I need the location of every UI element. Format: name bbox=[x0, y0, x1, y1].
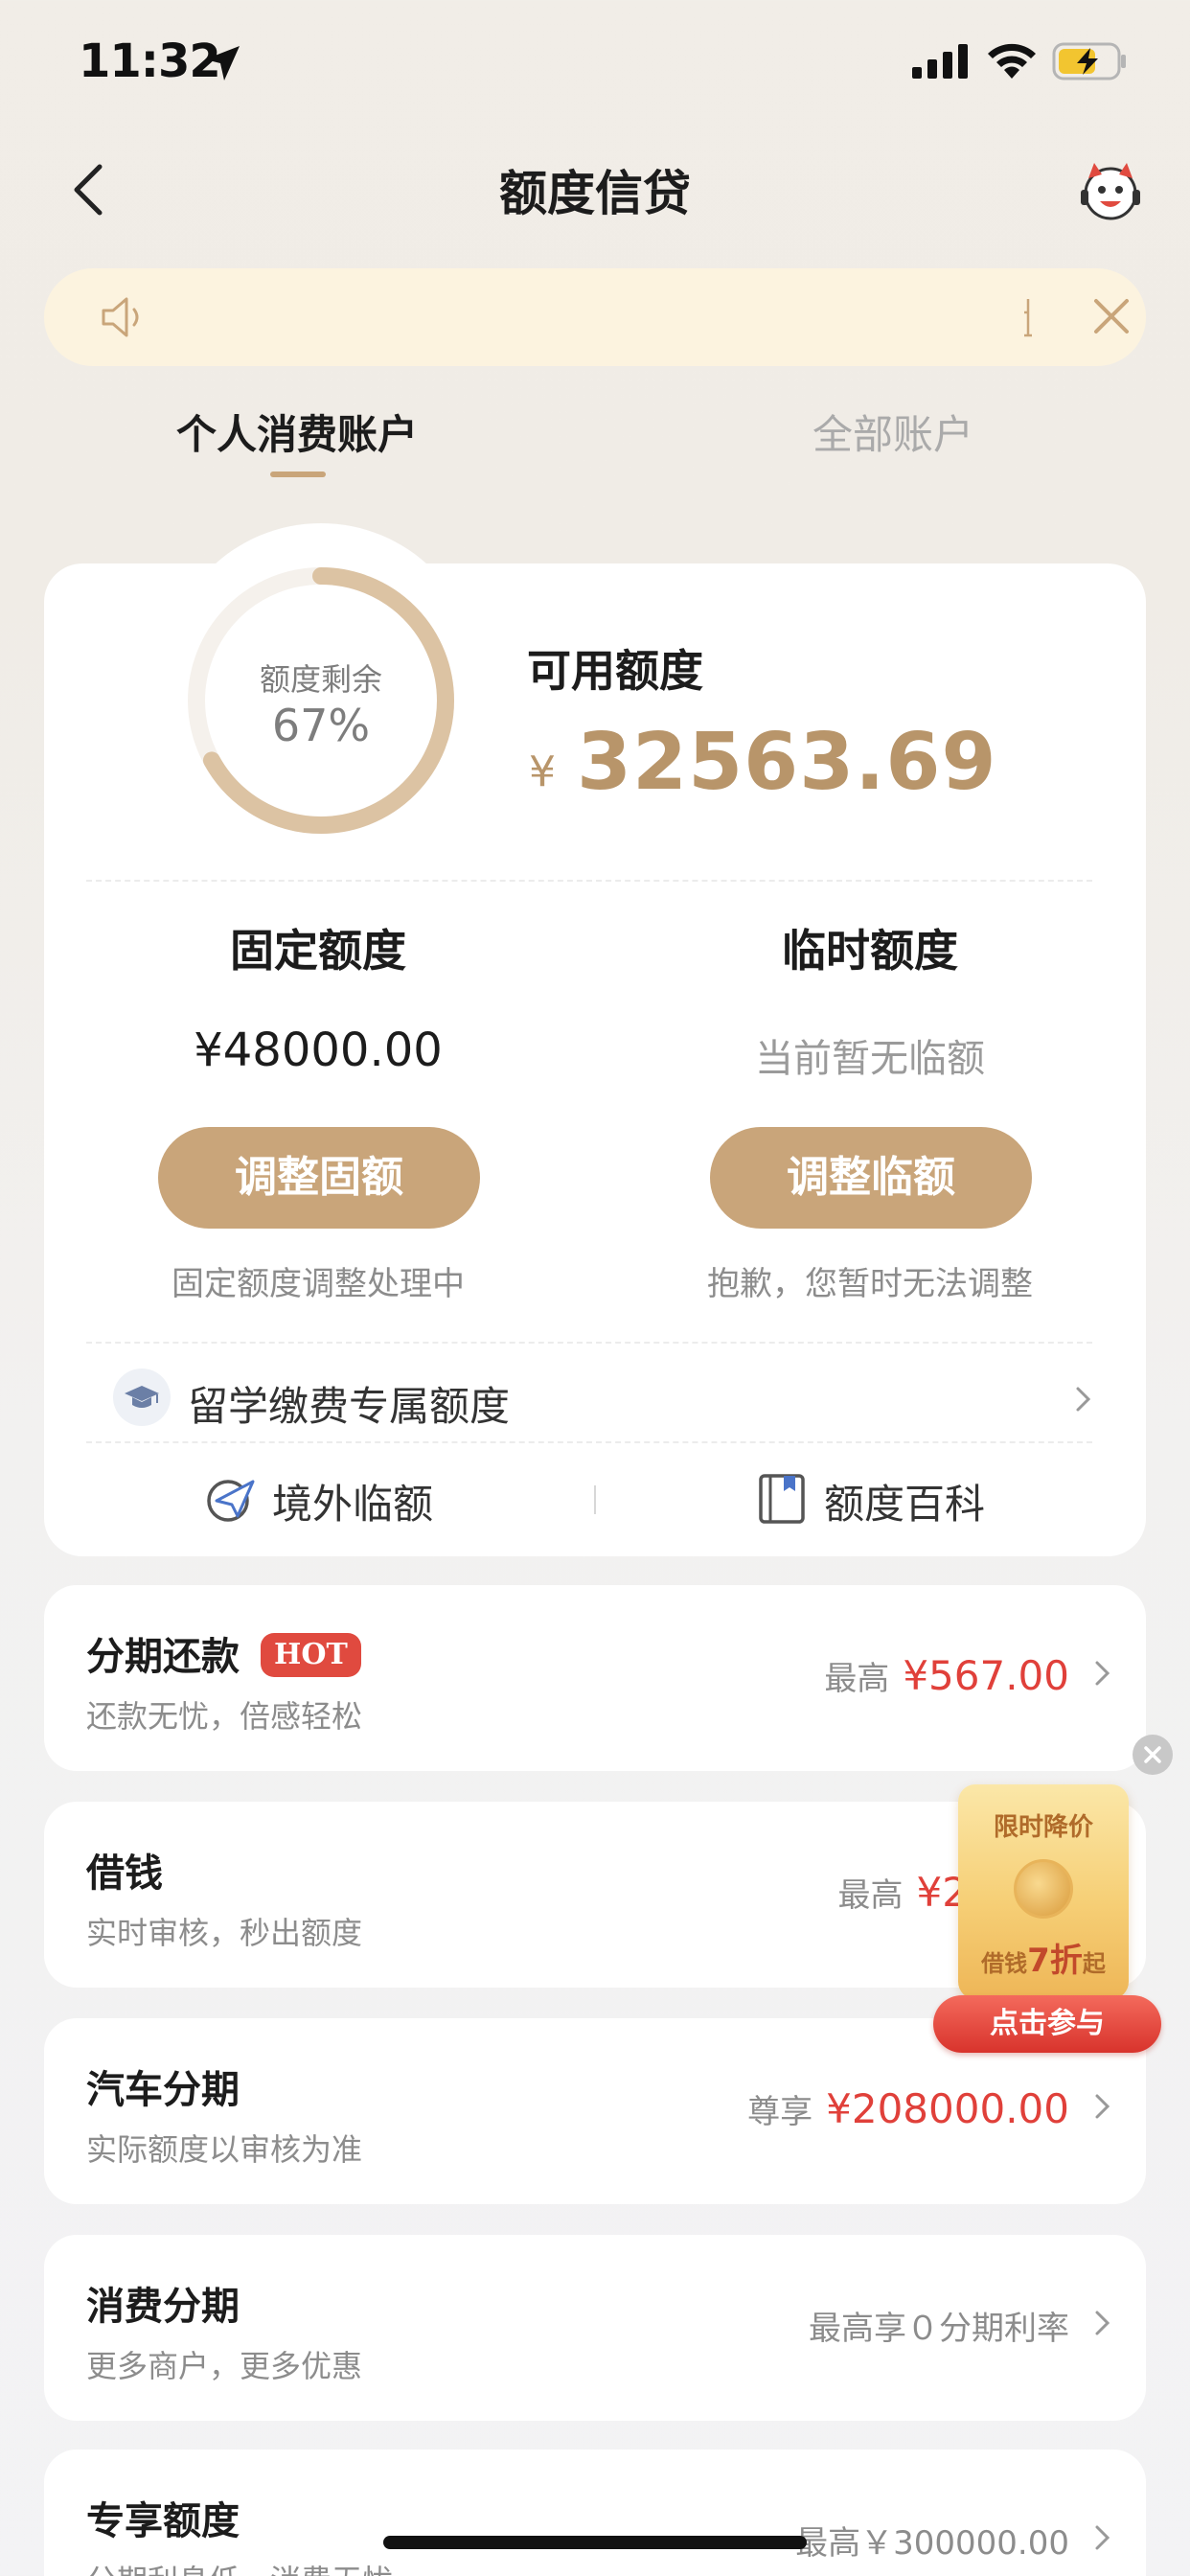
divider bbox=[86, 880, 1092, 882]
list-item-value: 最高享０分期利率 bbox=[809, 2310, 1069, 2348]
overseas-plane-icon bbox=[207, 1480, 255, 1522]
speaker-icon bbox=[102, 297, 139, 337]
list-item-subtitle: 实际额度以审核为准 bbox=[86, 2131, 363, 2168]
status-time: 11:32 bbox=[79, 34, 221, 88]
overseas-temp-credit-link[interactable]: 境外临额 bbox=[272, 1472, 433, 1530]
study-abroad-credit-link[interactable]: 留学缴费专属额度 bbox=[188, 1374, 510, 1433]
mascot-service-icon[interactable] bbox=[1077, 157, 1144, 224]
location-arrow-icon bbox=[205, 46, 240, 80]
list-item-installment-repay[interactable]: 分期还款 HOT 还款无忧，倍感轻松 最高 ¥567.00 bbox=[44, 1585, 1146, 1771]
close-icon[interactable] bbox=[1090, 295, 1133, 337]
tab-all-accounts[interactable]: 全部账户 bbox=[812, 402, 973, 461]
list-item-subtitle: 实时审核，秒出额度 bbox=[86, 1915, 363, 1951]
list-item-subtitle: 还款无忧，倍感轻松 bbox=[86, 1698, 363, 1735]
temp-credit-value: 当前暂无临额 bbox=[755, 1037, 985, 1081]
fixed-credit-note: 固定额度调整处理中 bbox=[172, 1265, 465, 1303]
list-item-subtitle: 分期利息低，消费无忧 bbox=[86, 2557, 393, 2576]
divider bbox=[86, 1342, 1092, 1344]
temp-credit-title: 临时额度 bbox=[782, 925, 958, 977]
promo-close-button[interactable] bbox=[1133, 1735, 1173, 1775]
status-bar: 11:32 bbox=[0, 0, 1190, 134]
adjust-fixed-button[interactable]: 调整固额 bbox=[158, 1127, 480, 1229]
list-item-consumer-installment[interactable]: 消费分期 更多商户，更多优惠 最高享０分期利率 bbox=[44, 2235, 1146, 2421]
list-item-exclusive-credit[interactable]: 专享额度 分期利息低，消费无忧 最高￥300000.00 bbox=[44, 2450, 1146, 2576]
graduation-cap-icon bbox=[113, 1368, 171, 1426]
close-icon bbox=[1144, 1746, 1161, 1763]
wifi-icon bbox=[988, 43, 1036, 79]
promo-join-button[interactable]: 点击参与 bbox=[933, 1995, 1161, 2053]
chevron-right-icon bbox=[1095, 2525, 1110, 2550]
list-item-value: 最高 ¥2 bbox=[837, 1869, 968, 1916]
list-item-title: 汽车分期 bbox=[86, 2068, 240, 2112]
home-indicator[interactable] bbox=[383, 2536, 807, 2549]
credit-wiki-link[interactable]: 额度百科 bbox=[824, 1472, 985, 1530]
chevron-right-icon bbox=[1095, 2094, 1110, 2119]
fixed-credit-value: ¥48000.00 bbox=[194, 1024, 443, 1077]
link-separator bbox=[594, 1485, 596, 1514]
remaining-percent: 67% bbox=[271, 700, 371, 751]
hot-badge: HOT bbox=[261, 1633, 361, 1677]
divider bbox=[86, 1441, 1092, 1443]
fixed-credit-title: 固定额度 bbox=[230, 925, 406, 977]
available-credit-label: 可用额度 bbox=[527, 645, 703, 697]
notice-bar[interactable] bbox=[44, 268, 1146, 366]
cellular-signal-icon bbox=[912, 44, 968, 79]
chevron-right-icon bbox=[1095, 2311, 1110, 2335]
available-currency: ¥ bbox=[529, 748, 556, 796]
list-item-title: 专享额度 bbox=[86, 2499, 240, 2543]
tab-personal-account[interactable]: 个人消费账户 bbox=[176, 402, 418, 461]
chevron-right-icon bbox=[1095, 1661, 1110, 1686]
coin-icon bbox=[1014, 1859, 1073, 1919]
adjust-temp-button[interactable]: 调整临额 bbox=[710, 1127, 1032, 1229]
remaining-label: 额度剩余 bbox=[259, 661, 382, 698]
promo-discount: 借钱7折起 bbox=[981, 1942, 1106, 1980]
list-item-value: 最高 ¥567.00 bbox=[824, 1652, 1069, 1699]
list-item-value: 尊享 ¥208000.00 bbox=[747, 2085, 1069, 2132]
active-tab-indicator bbox=[270, 472, 326, 477]
list-item-subtitle: 更多商户，更多优惠 bbox=[86, 2348, 363, 2384]
battery-charging-icon bbox=[1052, 42, 1126, 80]
list-item-value: 最高￥300000.00 bbox=[795, 2524, 1069, 2563]
list-item-title: 分期还款 HOT bbox=[86, 1625, 361, 1681]
promo-title: 限时降价 bbox=[993, 1813, 1093, 1842]
chevron-right-icon bbox=[1076, 1387, 1091, 1412]
list-item-title: 消费分期 bbox=[86, 2285, 240, 2329]
nav-bar: 额度信贷 bbox=[0, 134, 1190, 240]
scroll-marker-icon bbox=[1024, 299, 1032, 337]
available-credit-amount: 32563.69 bbox=[577, 717, 997, 808]
promo-red-envelope[interactable]: 限时降价 借钱7折起 bbox=[958, 1784, 1129, 1999]
temp-credit-note: 抱歉，您暂时无法调整 bbox=[707, 1265, 1033, 1303]
book-icon bbox=[759, 1474, 805, 1524]
page-title: 额度信贷 bbox=[499, 166, 691, 221]
list-item-title: 借钱 bbox=[86, 1852, 163, 1896]
